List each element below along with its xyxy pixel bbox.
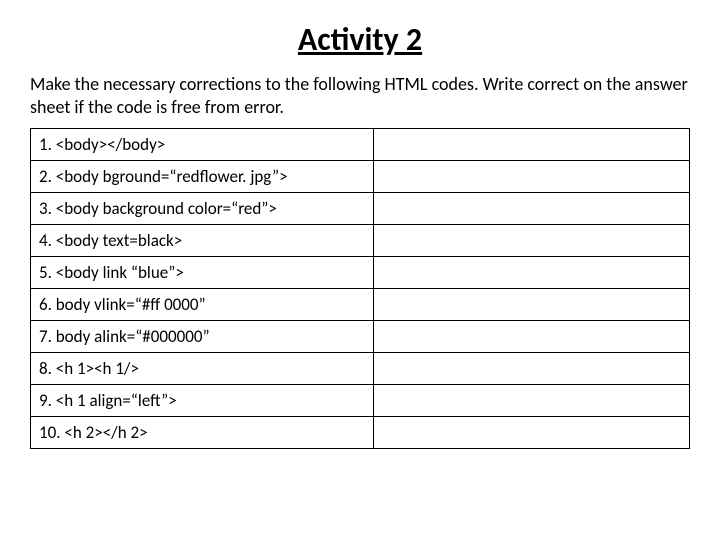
table-row: 10. <h 2></h 2> — [31, 417, 690, 449]
question-cell: 5. <body link “blue”> — [31, 257, 374, 289]
question-cell: 7. body alink=“#000000” — [31, 321, 374, 353]
table-row: 1. <body></body> — [31, 129, 690, 161]
table-row: 2. <body bground=“redflower. jpg”> — [31, 161, 690, 193]
question-cell: 10. <h 2></h 2> — [31, 417, 374, 449]
instructions-text: Make the necessary corrections to the fo… — [30, 73, 690, 118]
table-row: 5. <body link “blue”> — [31, 257, 690, 289]
answer-cell — [373, 257, 689, 289]
question-cell: 4. <body text=black> — [31, 225, 374, 257]
answer-cell — [373, 161, 689, 193]
question-cell: 2. <body bground=“redflower. jpg”> — [31, 161, 374, 193]
answer-cell — [373, 321, 689, 353]
answer-cell — [373, 353, 689, 385]
answer-cell — [373, 385, 689, 417]
question-cell: 3. <body background color=“red”> — [31, 193, 374, 225]
table-row: 4. <body text=black> — [31, 225, 690, 257]
table-row: 8. <h 1><h 1/> — [31, 353, 690, 385]
question-cell: 9. <h 1 align=“left”> — [31, 385, 374, 417]
answer-cell — [373, 193, 689, 225]
answer-cell — [373, 225, 689, 257]
table-row: 6. body vlink=“#ff 0000” — [31, 289, 690, 321]
question-cell: 1. <body></body> — [31, 129, 374, 161]
table-row: 7. body alink=“#000000” — [31, 321, 690, 353]
answer-cell — [373, 129, 689, 161]
table-row: 9. <h 1 align=“left”> — [31, 385, 690, 417]
answer-cell — [373, 289, 689, 321]
question-cell: 6. body vlink=“#ff 0000” — [31, 289, 374, 321]
page-title: Activity 2 — [30, 20, 690, 59]
table-row: 3. <body background color=“red”> — [31, 193, 690, 225]
answer-cell — [373, 417, 689, 449]
activity-table: 1. <body></body>2. <body bground=“redflo… — [30, 128, 690, 449]
question-cell: 8. <h 1><h 1/> — [31, 353, 374, 385]
